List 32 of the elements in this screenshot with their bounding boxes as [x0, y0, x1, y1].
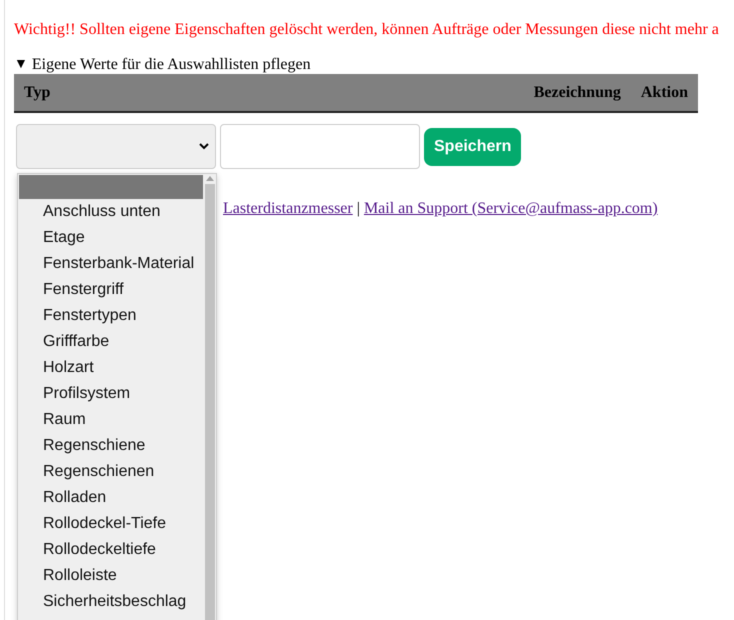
expand-marker[interactable]: ▼ — [14, 56, 28, 74]
dropdown-option[interactable]: Profilsystem — [19, 381, 203, 407]
dropdown-option[interactable]: Holzart — [19, 355, 203, 381]
column-header: Aktion — [640, 82, 688, 102]
section-title[interactable]: Eigene Werte für die Auswahllisten pflegen — [32, 56, 311, 74]
dropdown-option[interactable]: Regenschiene — [19, 433, 203, 459]
dropdown-option[interactable]: Grifffarbe — [19, 329, 203, 355]
dropdown-option[interactable]: Fenstergriff — [19, 277, 203, 303]
dropdown-option[interactable]: Regenschienen — [19, 459, 203, 485]
dropdown-option[interactable]: Anschluss unten — [19, 199, 203, 225]
footer-link[interactable]: Lasterdistanzmesser — [223, 197, 353, 221]
dropdown-option[interactable] — [19, 175, 203, 199]
dropdown-option[interactable]: Fensterbank-Material — [19, 251, 203, 277]
dropdown-option[interactable]: Rolladen — [19, 485, 203, 511]
name-field[interactable] — [220, 124, 420, 169]
dropdown-option[interactable]: Rolloleiste — [19, 563, 203, 589]
dropdown-option[interactable]: Raum — [19, 407, 203, 433]
column-header: Bezeichnung — [534, 82, 621, 102]
dropdown-option[interactable]: Fenstertypen — [19, 303, 203, 329]
scrollbar-thumb[interactable] — [204, 184, 214, 620]
scroll-up-icon[interactable] — [206, 176, 214, 181]
dropdown-list[interactable] — [17, 173, 217, 620]
chevron-icon — [199, 143, 209, 150]
warning-text: Wichtig!! Sollten eigene Eigenschaften gelöscht werden, können Aufträge oder Messungen diese nicht mehr a — [14, 20, 720, 40]
dropdown-option[interactable]: Rollodeckel-Tiefe — [19, 511, 203, 537]
dropdown-option[interactable]: Rollodeckeltiefe — [19, 537, 203, 563]
type-select[interactable] — [16, 124, 216, 169]
dropdown-option[interactable]: Etage — [19, 225, 203, 251]
column-header: Typ — [24, 82, 50, 102]
footer-link[interactable]: Mail an Support (Service@aufmass-app.com) — [364, 197, 658, 221]
dropdown-option[interactable]: Sicherheitsbeschlag — [19, 589, 203, 615]
separator-text: | — [356, 199, 360, 219]
